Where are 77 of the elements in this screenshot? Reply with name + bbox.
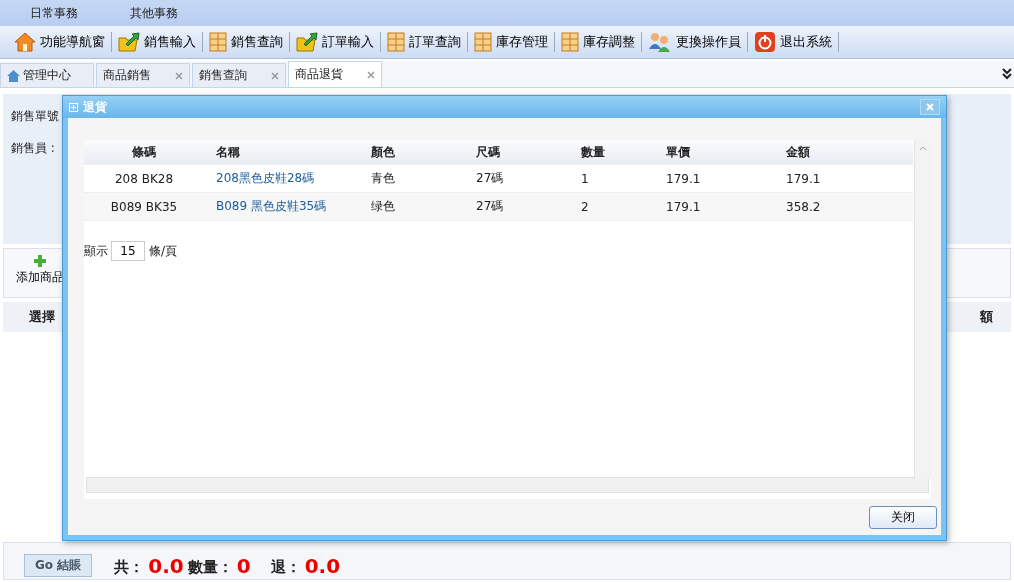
tab[interactable]: 管理中心 [0, 63, 94, 87]
close-icon [926, 103, 934, 111]
table-cell-text: 179.1 [665, 199, 702, 214]
window-icon [69, 102, 78, 112]
field-label: 銷售員 : [11, 140, 55, 157]
house-icon [7, 69, 20, 82]
scroll-up-icon[interactable] [919, 146, 927, 151]
house-icon [14, 32, 36, 52]
table-cell-text: 358.2 [785, 199, 822, 214]
table-cell-text: 27碼 [475, 198, 505, 215]
folder-arrow-icon [296, 32, 318, 52]
table-cell-text: B089 BK35 [109, 199, 179, 214]
tab[interactable]: 商品退貨 [288, 61, 382, 87]
close-icon[interactable] [175, 71, 183, 80]
close-icon[interactable] [367, 70, 375, 79]
quantity-label: 數量： [187, 558, 233, 577]
menu-item[interactable]: 日常事務 [30, 4, 130, 22]
total-value: 0.0 [148, 555, 184, 577]
product-link[interactable]: B089 黑色皮鞋35碼 [204, 198, 359, 215]
close-dialog-button[interactable]: 关闭 [869, 505, 937, 529]
pager-label: 顯示 [84, 242, 108, 260]
column-header: 金額 [785, 143, 811, 161]
dialog-title: 退貨 [83, 98, 107, 116]
column-header: 名稱 [215, 143, 241, 161]
tab[interactable]: 商品銷售 [96, 63, 190, 87]
table-icon [387, 32, 405, 52]
checkout-button[interactable]: Go 結賬 [24, 554, 93, 577]
column-header: 數量 [580, 143, 606, 161]
plus-icon [34, 255, 46, 267]
table-cell-text: 179.1 [665, 171, 702, 186]
total-label: 共： [114, 558, 145, 577]
table-row[interactable]: B089 BK35 B089 黑色皮鞋35碼 绿色 27碼 2 179.1 358.2 [84, 193, 913, 221]
power-icon [754, 31, 776, 53]
product-link[interactable]: 208黑色皮鞋28碼 [204, 170, 359, 187]
toolbar-button[interactable]: 更換操作員 [642, 28, 747, 56]
tab-label: 管理中心 [23, 67, 71, 84]
chevron-icon[interactable] [1002, 68, 1012, 80]
column-header: 單價 [665, 143, 691, 161]
column-header: 條碼 [131, 143, 157, 161]
table-cell-text: 绿色 [370, 198, 396, 215]
table-icon [474, 32, 492, 52]
table-cell-text: 2 [580, 199, 590, 214]
close-icon[interactable] [271, 71, 279, 80]
table-icon [209, 32, 227, 52]
pager-unit: 條/頁 [149, 242, 178, 260]
close-button[interactable] [920, 99, 940, 115]
tab-label: 銷售查詢 [199, 67, 247, 84]
toolbar-button[interactable]: 功能導航窗 [8, 28, 111, 56]
menu-item[interactable]: 其他事務 [130, 4, 230, 22]
tab[interactable]: 銷售查詢 [192, 63, 286, 87]
toolbar-button[interactable]: 銷售輸入 [112, 28, 202, 56]
table-cell-text: 青色 [370, 170, 396, 187]
horizontal-scrollbar[interactable] [86, 477, 929, 493]
tab-label: 商品退貨 [295, 66, 343, 83]
toolbar-button[interactable]: 訂單輸入 [290, 28, 380, 56]
return-label: 退： [270, 558, 301, 577]
folder-arrow-icon [118, 32, 140, 52]
toolbar-button[interactable]: 訂單查詢 [381, 28, 467, 56]
toolbar-button[interactable]: 退出系統 [748, 28, 838, 56]
column-header: 額 [980, 308, 993, 326]
field-label: 銷售單號 [11, 108, 59, 125]
column-header: 顏色 [370, 143, 396, 161]
return-value: 0.0 [304, 555, 341, 577]
quantity-value: 0 [236, 555, 251, 577]
toolbar-button[interactable]: 庫存管理 [468, 28, 554, 56]
table-cell-text: 1 [580, 171, 590, 186]
toolbar-button[interactable]: 庫存調整 [555, 28, 641, 56]
table-cell-text: 27碼 [475, 170, 505, 187]
table-icon [561, 32, 579, 52]
column-header: 選擇 [29, 308, 55, 326]
tab-label: 商品銷售 [103, 67, 151, 84]
toolbar-button[interactable]: 銷售查詢 [203, 28, 289, 56]
column-header: 尺碼 [475, 143, 501, 161]
table-cell-text: 208 BK28 [113, 171, 175, 186]
users-icon [648, 31, 672, 53]
page-size-field[interactable]: 15 [111, 241, 145, 261]
table-cell-text: 179.1 [785, 171, 822, 186]
